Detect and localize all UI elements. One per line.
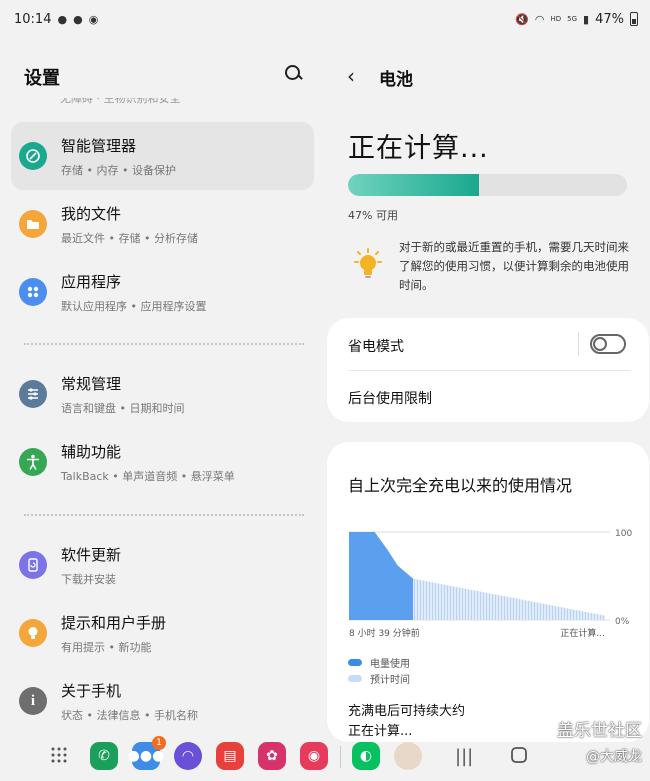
legend-used-label: 电量使用 bbox=[370, 659, 410, 670]
dock-divider bbox=[340, 746, 341, 768]
watermark-user: @大威龙 bbox=[586, 749, 642, 765]
settings-item-device-care[interactable]: 智能管理器 存储 • 内存 • 设备保护 bbox=[11, 122, 314, 190]
full-charge-label: 充满电后可持续大约 bbox=[348, 704, 466, 719]
settings-item-subtitle: 状态 • 法律信息 • 手机名称 bbox=[61, 708, 198, 722]
settings-item-subtitle: 有用提示 • 新功能 bbox=[61, 640, 152, 654]
battery-progress-fill bbox=[348, 174, 480, 196]
settings-item-subtitle: 下载并安装 bbox=[61, 572, 116, 586]
settings-item-title: 提示和用户手册 bbox=[61, 613, 167, 632]
series-used-area bbox=[349, 532, 413, 620]
settings-item-title: 应用程序 bbox=[61, 272, 122, 291]
settings-item-apps[interactable]: 应用程序 默认应用程序 • 应用程序设置 bbox=[11, 258, 314, 326]
lightbulb-icon bbox=[351, 248, 385, 282]
gallery-app-icon[interactable]: ✿ bbox=[258, 742, 286, 770]
x-tick-label: 8 小时 39 分钟前 bbox=[349, 627, 420, 639]
notes-app-icon[interactable]: ▤ bbox=[216, 742, 244, 770]
power-saving-toggle[interactable] bbox=[590, 334, 626, 354]
series-predicted-area bbox=[413, 578, 605, 620]
settings-item-title: 软件更新 bbox=[61, 545, 122, 564]
legend-predicted: 预计时间 bbox=[348, 671, 410, 686]
section-divider bbox=[24, 343, 304, 345]
battery-progress-bar bbox=[348, 174, 627, 196]
page-title: 电池 bbox=[379, 70, 413, 90]
usage-card: 自上次完全充电以来的使用情况 100 0% 8 小时 39 分钟前 正在计算... 电… bbox=[327, 442, 649, 742]
apps-icon bbox=[19, 278, 47, 306]
signal-icon: ▮ bbox=[583, 12, 590, 26]
update-icon bbox=[19, 551, 47, 579]
taskbar: ✆ ●●● 1 ◠ ▤ ✿ ◉ ◐ ||| 盖乐世社区 @大威龙 bbox=[0, 721, 650, 781]
watermark-community: 盖乐世社区 bbox=[557, 721, 642, 741]
settings-item-title: 智能管理器 bbox=[61, 136, 137, 155]
cut-off-item-text: 无障碍 · 生物识别和安全 bbox=[60, 98, 181, 105]
home-button[interactable] bbox=[510, 746, 528, 769]
settings-item-title: 辅助功能 bbox=[61, 442, 122, 461]
hd-label: HD bbox=[550, 15, 562, 23]
settings-item-subtitle: 存储 • 内存 • 设备保护 bbox=[61, 163, 176, 177]
network-label: 5G bbox=[567, 15, 578, 23]
settings-item-general-management[interactable]: 常规管理 语言和键盘 • 日期和时间 bbox=[11, 360, 314, 428]
y-tick-label: 100 bbox=[615, 529, 632, 539]
page-title: 设置 bbox=[24, 68, 60, 89]
battery-available-text: 47% 可用 bbox=[348, 209, 398, 222]
section-divider bbox=[24, 514, 304, 516]
notification-badge: 1 bbox=[152, 736, 166, 750]
legend-used: 电量使用 bbox=[348, 655, 410, 670]
settings-item-title: 关于手机 bbox=[61, 681, 122, 700]
status-bar: 10:14 ● ● ◉ 🔇 ◠ HD 5G ▮ 47% bbox=[0, 0, 650, 38]
settings-item-title: 常规管理 bbox=[61, 374, 122, 393]
accessibility-icon bbox=[19, 448, 47, 476]
power-saving-label[interactable]: 省电模式 bbox=[348, 336, 404, 356]
settings-item-subtitle: 最近文件 • 存储 • 分析存储 bbox=[61, 231, 198, 245]
y-tick-label: 0% bbox=[615, 617, 630, 627]
message-notification-icon: ● bbox=[57, 12, 68, 26]
sliders-icon bbox=[19, 380, 47, 408]
info-icon: i bbox=[19, 687, 47, 715]
settings-item-subtitle: 默认应用程序 • 应用程序设置 bbox=[61, 299, 207, 313]
messages-app-icon[interactable]: ●●● 1 bbox=[128, 736, 166, 770]
settings-item-tips-manual[interactable]: 提示和用户手册 有用提示 • 新功能 bbox=[11, 599, 314, 667]
settings-item-subtitle: 语言和键盘 • 日期和时间 bbox=[61, 401, 185, 415]
battery-icon bbox=[630, 12, 638, 26]
x-tick-label: 正在计算... bbox=[560, 627, 605, 639]
phone-app-icon[interactable]: ✆ bbox=[90, 742, 118, 770]
settings-item-title: 我的文件 bbox=[61, 204, 122, 223]
location-notification-icon: ◉ bbox=[88, 12, 99, 26]
battery-status-title: 正在计算... bbox=[348, 133, 489, 164]
internet-app-icon[interactable]: ◠ bbox=[174, 742, 202, 770]
status-time: 10:14 bbox=[14, 11, 52, 27]
settings-item-software-update[interactable]: 软件更新 下载并安装 bbox=[11, 531, 314, 599]
toggle-divider bbox=[578, 332, 579, 356]
back-button[interactable]: ‹ bbox=[347, 64, 355, 88]
legend-used-swatch bbox=[348, 659, 362, 666]
battery-percent: 47% bbox=[595, 11, 624, 27]
settings-pane: 设置 无障碍 · 生物识别和安全 智能管理器 存储 • 内存 • 设备保护 我的… bbox=[0, 38, 325, 738]
device-care-icon bbox=[19, 142, 47, 170]
wechat-app-icon[interactable]: ◐ bbox=[352, 742, 380, 770]
battery-pane: ‹ 电池 正在计算... 47% 可用 对于新的或最近重置的手机，需要几天时间来… bbox=[325, 38, 650, 742]
folder-icon bbox=[19, 210, 47, 238]
chat-notification-icon: ● bbox=[73, 12, 83, 26]
row-divider bbox=[348, 370, 631, 371]
settings-item-subtitle: TalkBack • 单声道音频 • 悬浮菜单 bbox=[61, 469, 235, 483]
power-settings-card: 省电模式 后台使用限制 bbox=[327, 318, 649, 422]
app-drawer-icon[interactable] bbox=[50, 746, 68, 769]
game-app-icon[interactable] bbox=[394, 742, 422, 770]
lightbulb-icon bbox=[19, 619, 47, 647]
settings-item-my-files[interactable]: 我的文件 最近文件 • 存储 • 分析存储 bbox=[11, 190, 314, 258]
settings-item-about-phone[interactable]: i 关于手机 状态 • 法律信息 • 手机名称 bbox=[11, 667, 314, 735]
battery-tip-text: 对于新的或最近重置的手机，需要几天时间来了解您的使用习惯，以便计算剩余的电池使用… bbox=[399, 240, 629, 292]
mute-icon: 🔇 bbox=[515, 12, 529, 26]
legend-predicted-swatch bbox=[348, 675, 362, 682]
search-icon[interactable] bbox=[284, 64, 304, 84]
wifi-icon: ◠ bbox=[534, 12, 545, 26]
recent-apps-button[interactable]: ||| bbox=[455, 746, 473, 767]
full-charge-info: 充满电后可持续大约 正在计算... bbox=[348, 702, 465, 742]
settings-item-accessibility[interactable]: 辅助功能 TalkBack • 单声道音频 • 悬浮菜单 bbox=[11, 428, 314, 496]
legend-predicted-label: 预计时间 bbox=[370, 675, 410, 686]
background-limits-item[interactable]: 后台使用限制 bbox=[348, 388, 432, 408]
camera-app-icon[interactable]: ◉ bbox=[300, 742, 328, 770]
